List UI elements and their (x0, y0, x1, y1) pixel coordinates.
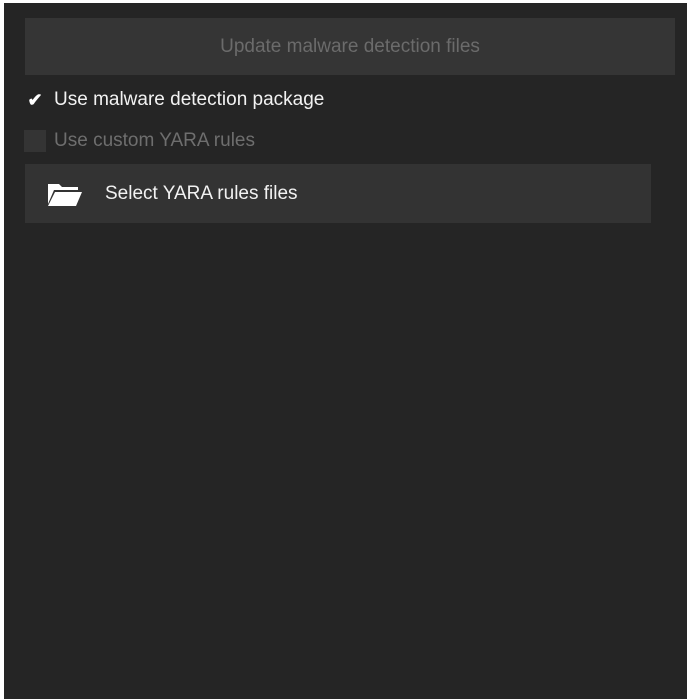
update-malware-files-button[interactable]: Update malware detection files (25, 18, 675, 75)
use-custom-yara-option[interactable]: Use custom YARA rules (24, 130, 255, 152)
select-yara-files-button[interactable]: Select YARA rules files (25, 164, 651, 223)
malware-package-label: Use malware detection package (54, 89, 325, 110)
malware-settings-panel: Update malware detection files ✔ Use mal… (4, 3, 687, 699)
custom-yara-checkbox[interactable] (24, 130, 46, 152)
custom-yara-label: Use custom YARA rules (54, 130, 255, 151)
use-malware-package-option[interactable]: ✔ Use malware detection package (24, 89, 324, 111)
select-yara-files-label: Select YARA rules files (105, 182, 298, 204)
folder-open-icon (47, 181, 83, 207)
malware-package-checkbox[interactable]: ✔ (24, 89, 46, 111)
